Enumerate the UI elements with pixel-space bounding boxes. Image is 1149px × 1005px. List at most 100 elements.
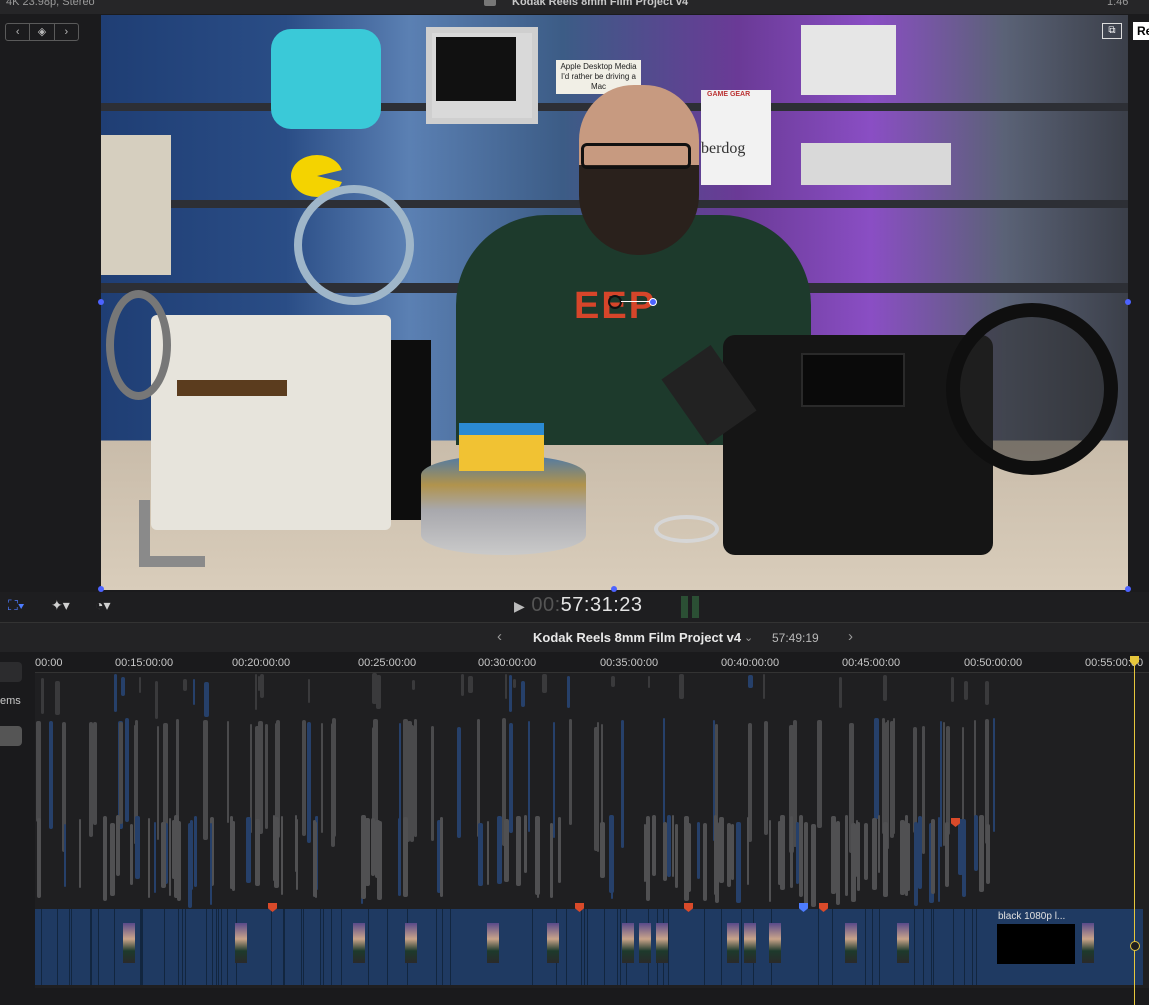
transform-icon[interactable]: ⛶▾ (8, 597, 25, 614)
connected-clip[interactable] (594, 727, 599, 851)
connected-clip[interactable] (856, 820, 858, 877)
connected-clip[interactable] (371, 818, 375, 876)
connected-clip[interactable] (945, 822, 949, 887)
connected-clip[interactable] (817, 720, 822, 828)
project-menu-chevron-icon[interactable]: ⌄ (744, 631, 753, 644)
connected-clip[interactable] (130, 824, 133, 885)
connected-clip[interactable] (513, 679, 516, 688)
connected-clip[interactable] (516, 816, 521, 886)
connected-clip[interactable] (940, 721, 942, 847)
connected-clip[interactable] (883, 822, 888, 897)
connected-clip[interactable] (679, 674, 684, 699)
clip-thumbnail[interactable] (845, 923, 857, 963)
connected-clip[interactable] (550, 823, 553, 898)
connected-clip[interactable] (505, 674, 507, 699)
connected-clip[interactable] (537, 817, 539, 898)
connected-clip[interactable] (398, 818, 401, 896)
connected-clip[interactable] (611, 676, 615, 687)
clip-thumbnail[interactable] (744, 923, 756, 963)
connected-clip[interactable] (914, 822, 918, 906)
connected-clip[interactable] (407, 721, 412, 823)
connected-clip[interactable] (831, 816, 836, 894)
connected-clip[interactable] (974, 720, 976, 822)
connected-clip[interactable] (811, 824, 816, 907)
clip-thumbnail[interactable] (405, 923, 417, 963)
connected-clip[interactable] (686, 823, 691, 892)
connected-clip[interactable] (154, 822, 156, 893)
connected-clip[interactable] (804, 822, 808, 905)
connected-clip[interactable] (307, 722, 311, 843)
project-title[interactable]: Kodak Reels 8mm Film Project v4 (533, 630, 741, 645)
connected-clip[interactable] (986, 824, 990, 884)
connected-clip[interactable] (177, 821, 181, 901)
connected-clip[interactable] (528, 721, 530, 832)
connected-clip[interactable] (37, 818, 41, 898)
connected-clip[interactable] (125, 718, 129, 822)
connected-clip[interactable] (567, 676, 570, 708)
clip-thumbnail[interactable] (639, 923, 651, 963)
connected-clip[interactable] (172, 820, 175, 879)
clip-thumbnail[interactable] (353, 923, 365, 963)
connected-clip[interactable] (918, 816, 922, 889)
connected-clip[interactable] (258, 676, 260, 691)
connected-clip[interactable] (281, 816, 283, 895)
connected-clip[interactable] (119, 722, 123, 824)
connected-clip[interactable] (157, 726, 159, 840)
connected-clip[interactable] (890, 721, 894, 838)
connected-clip[interactable] (790, 816, 793, 888)
connected-clip[interactable] (161, 822, 166, 888)
connected-clip[interactable] (265, 724, 268, 829)
connected-clip[interactable] (210, 823, 212, 905)
connected-clip[interactable] (913, 727, 917, 833)
connected-clip[interactable] (931, 819, 935, 894)
video-frame[interactable]: Apple Desktop Media I'd rather be drivin… (101, 15, 1128, 590)
clip-thumbnail[interactable] (123, 923, 135, 963)
connected-clip[interactable] (193, 679, 195, 705)
connected-clip[interactable] (114, 674, 117, 712)
clip-thumbnail[interactable] (622, 923, 634, 963)
clip-thumbnail[interactable] (487, 923, 499, 963)
connected-clip[interactable] (49, 721, 53, 829)
connected-clip[interactable] (951, 677, 954, 702)
connected-clip[interactable] (883, 675, 887, 701)
connected-clip[interactable] (376, 675, 381, 709)
connected-clip[interactable] (302, 720, 306, 836)
connected-clip[interactable] (985, 681, 989, 705)
connected-clip[interactable] (497, 816, 502, 884)
connected-clip[interactable] (204, 682, 209, 717)
clip-thumbnail[interactable] (235, 923, 247, 963)
connected-clip[interactable] (836, 821, 840, 905)
connected-clip[interactable] (361, 815, 366, 899)
prev-keyframe-button[interactable]: ‹ (6, 24, 31, 40)
transform-handle-left[interactable] (98, 299, 104, 305)
connected-clip[interactable] (414, 719, 417, 837)
connected-clip[interactable] (509, 723, 513, 833)
connected-clip[interactable] (332, 718, 336, 837)
connected-clip[interactable] (412, 680, 415, 690)
connected-clip[interactable] (148, 818, 150, 898)
connected-clip[interactable] (194, 816, 197, 887)
connected-clip[interactable] (246, 817, 251, 883)
connected-clip[interactable] (255, 674, 257, 710)
connected-clip[interactable] (308, 679, 310, 703)
connected-clip[interactable] (905, 815, 908, 896)
connected-clip[interactable] (110, 823, 115, 896)
connected-clip[interactable] (36, 721, 41, 822)
play-icon[interactable]: ▶ (514, 598, 525, 614)
connected-clip[interactable] (882, 718, 885, 834)
connected-clip[interactable] (621, 720, 624, 848)
speed-icon[interactable]: ◔▾ (95, 597, 110, 614)
connected-clip[interactable] (964, 681, 968, 700)
connected-clip[interactable] (769, 820, 771, 902)
connected-clip[interactable] (672, 815, 674, 877)
connected-clip[interactable] (79, 819, 81, 888)
connected-clip[interactable] (600, 822, 605, 878)
connected-clip[interactable] (255, 819, 260, 886)
connected-clip[interactable] (609, 815, 614, 893)
connected-clip[interactable] (799, 815, 803, 897)
connected-clip[interactable] (509, 675, 512, 712)
connected-clip[interactable] (703, 823, 707, 901)
connected-clip[interactable] (478, 823, 483, 886)
connected-clip[interactable] (93, 722, 97, 825)
connected-clip[interactable] (121, 677, 125, 696)
